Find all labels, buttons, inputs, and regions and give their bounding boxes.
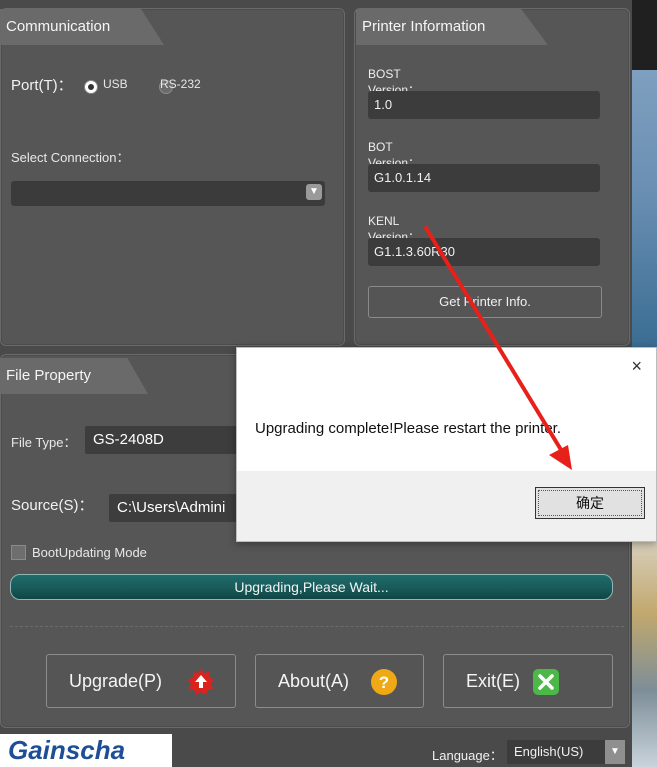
communication-panel	[0, 8, 345, 346]
file-property-tab-label: File Property	[6, 367, 92, 384]
usb-radio[interactable]	[84, 79, 98, 94]
brand-logo: Gainscha	[0, 734, 172, 767]
boot-mode-checkbox[interactable]	[11, 545, 26, 560]
source-label: Source(S)：	[11, 497, 94, 514]
x-close-icon	[533, 669, 559, 695]
bost-version-value: 1.0	[368, 91, 600, 119]
ok-button[interactable]: 确定	[535, 487, 645, 519]
question-icon: ?	[371, 669, 397, 695]
svg-text:?: ?	[379, 673, 389, 692]
file-type-label: File Type：	[11, 435, 77, 450]
language-value: English(US)	[514, 744, 584, 759]
boot-mode-label: BootUpdating Mode	[32, 545, 147, 560]
connection-select[interactable]: ▼	[11, 181, 325, 206]
communication-tab-label: Communication	[6, 18, 111, 35]
select-connection-label: Select Connection：	[11, 150, 130, 165]
close-icon[interactable]: ×	[631, 356, 642, 377]
ok-button-focus-ring	[538, 490, 642, 516]
communication-tab[interactable]: Communication	[0, 9, 164, 45]
exit-button-label: Exit(E)	[466, 671, 520, 691]
file-type-field[interactable]: GS-2408D	[85, 426, 245, 454]
kenl-version-value: G1.1.3.60R30	[368, 238, 600, 266]
up-arrow-gear-icon	[188, 669, 214, 695]
chevron-down-icon[interactable]: ▼	[306, 184, 322, 200]
source-path-field[interactable]: C:\Users\Admini	[109, 494, 245, 522]
upgrade-button-label: Upgrade(P)	[69, 671, 163, 691]
rs232-radio-label: RS-232	[160, 77, 201, 91]
port-label: Port(T)：	[11, 77, 73, 94]
usb-radio-label: USB	[103, 77, 128, 91]
upgrade-button[interactable]: Upgrade(P)	[46, 654, 236, 708]
get-printer-info-button[interactable]: Get Printer Info.	[368, 286, 602, 318]
upgrade-progress-bar: Upgrading,Please Wait...	[10, 574, 613, 600]
dialog-message: Upgrading complete!Please restart the pr…	[255, 420, 561, 437]
printer-info-tab-label: Printer Information	[362, 18, 486, 35]
exit-button[interactable]: Exit(E)	[443, 654, 613, 708]
about-button-label: About(A)	[278, 671, 350, 691]
language-chevron-down-icon[interactable]: ▼	[605, 740, 625, 764]
bot-version-value: G1.0.1.14	[368, 164, 600, 192]
progress-text: Upgrading,Please Wait...	[234, 579, 389, 595]
dialog-footer: 确定	[237, 471, 656, 541]
language-label: Language：	[432, 748, 503, 763]
file-property-tab[interactable]: File Property	[0, 358, 148, 394]
section-divider	[10, 626, 624, 627]
about-button[interactable]: About(A) ?	[255, 654, 424, 708]
printer-info-tab[interactable]: Printer Information	[356, 9, 548, 45]
upgrade-complete-dialog: × Upgrading complete!Please restart the …	[236, 347, 657, 542]
